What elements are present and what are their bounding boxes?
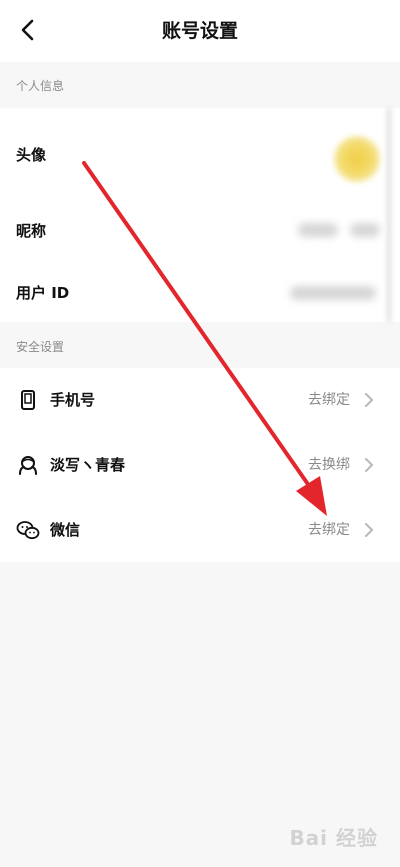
chevron-right-icon xyxy=(362,523,376,537)
section-label-personal-info: 个人信息 xyxy=(16,79,65,93)
personal-info-panel: 头像 昵称 用户 ID xyxy=(0,108,400,322)
account-icon xyxy=(16,453,40,477)
phone-bind-action[interactable]: 去绑定 xyxy=(308,368,350,432)
nickname-label: 昵称 xyxy=(16,222,47,240)
security-row-wechat[interactable]: 微信 去绑定 xyxy=(0,498,400,562)
section-label-security: 安全设置 xyxy=(16,340,65,354)
account-label: 淡写ヽ青春 xyxy=(50,456,126,474)
avatar-label: 头像 xyxy=(16,146,47,164)
chevron-right-icon xyxy=(362,458,376,472)
header-bar: 账号设置 xyxy=(0,0,400,62)
chevron-right-icon xyxy=(362,393,376,407)
phone-icon xyxy=(16,388,40,412)
user-id-label: 用户 ID xyxy=(16,284,70,302)
security-row-phone[interactable]: 手机号 去绑定 xyxy=(0,368,400,432)
nickname-value-blurred xyxy=(298,223,338,237)
phone-label: 手机号 xyxy=(50,391,96,409)
watermark: Bai 经验 xyxy=(289,826,378,850)
security-panel: 手机号 去绑定 淡写ヽ青春 去换绑 微信 去绑定 xyxy=(0,368,400,562)
nickname-value-blurred-2 xyxy=(350,223,380,237)
avatar[interactable] xyxy=(334,136,380,182)
edge-strip xyxy=(386,108,392,322)
security-row-account[interactable]: 淡写ヽ青春 去换绑 xyxy=(0,433,400,497)
wechat-bind-action[interactable]: 去绑定 xyxy=(308,498,350,562)
avatar-row[interactable]: 头像 xyxy=(0,108,400,198)
user-id-value-blurred xyxy=(290,286,376,300)
user-id-row[interactable]: 用户 ID xyxy=(0,260,400,322)
wechat-label: 微信 xyxy=(50,521,81,539)
nickname-row[interactable]: 昵称 xyxy=(0,198,400,260)
account-rebind-action[interactable]: 去换绑 xyxy=(308,433,350,497)
page-title: 账号设置 xyxy=(161,20,238,42)
wechat-icon xyxy=(16,518,40,542)
